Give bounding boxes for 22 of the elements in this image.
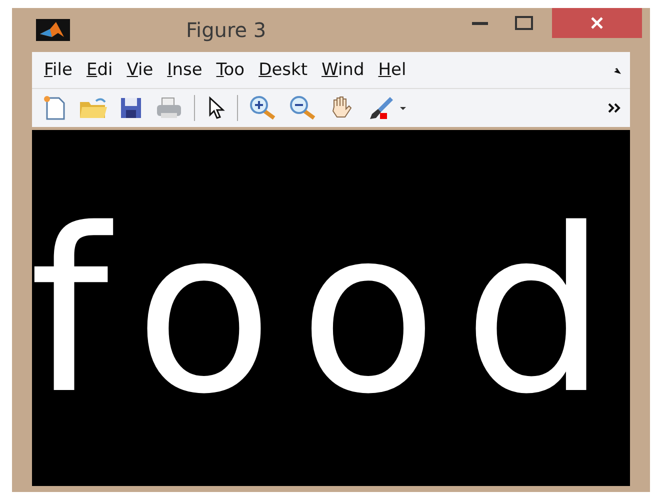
window-title: Figure 3 <box>186 18 266 42</box>
menu-item[interactable]: Inse <box>167 60 202 80</box>
close-icon <box>590 16 604 30</box>
printer-icon[interactable] <box>154 95 184 121</box>
minimize-icon <box>472 21 488 25</box>
menu-item[interactable]: File <box>44 60 72 80</box>
zoom-in-icon[interactable] <box>248 95 278 121</box>
menu-item[interactable]: Wind <box>322 60 364 80</box>
menu-item[interactable]: Vie <box>126 60 154 80</box>
maximize-icon <box>515 16 533 30</box>
menu-item[interactable]: Deskt <box>258 60 308 80</box>
close-button[interactable] <box>552 8 642 38</box>
zoom-out-icon[interactable] <box>288 95 318 121</box>
save-icon[interactable] <box>118 95 144 121</box>
menu-item[interactable]: Too <box>216 60 245 80</box>
double-chevron-icon[interactable] <box>608 103 622 113</box>
surface-logo-icon <box>36 19 70 41</box>
new-file-icon[interactable] <box>42 95 68 121</box>
image-text: food <box>32 200 630 426</box>
open-folder-icon[interactable] <box>78 95 108 121</box>
menu-item[interactable]: Edi <box>86 60 113 80</box>
menu-item[interactable]: Hel <box>378 60 406 80</box>
